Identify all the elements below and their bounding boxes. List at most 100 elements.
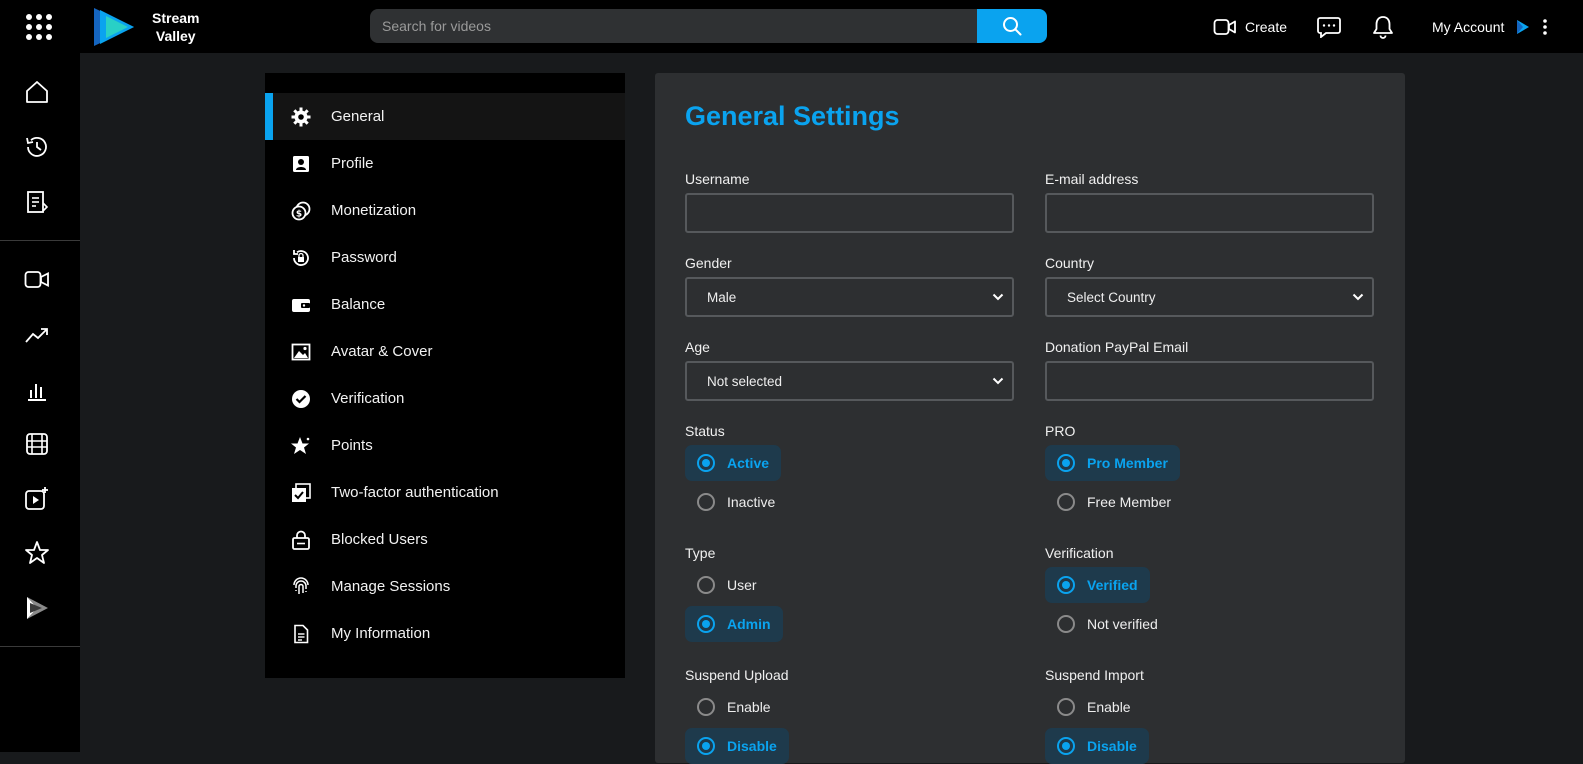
menu-item-manage-sessions[interactable]: Manage Sessions — [265, 563, 625, 610]
notifications-button[interactable] — [1372, 0, 1394, 53]
radio-dot — [1057, 493, 1075, 511]
email-field[interactable] — [1045, 193, 1374, 233]
menu-item-label: Avatar & Cover — [331, 343, 433, 360]
gender-value: Male — [707, 289, 737, 305]
radio-label: Enable — [727, 699, 771, 715]
svg-text:$: $ — [296, 209, 302, 219]
verified-radio[interactable]: Verified — [1045, 567, 1150, 603]
menu-item-blocked-users[interactable]: Blocked Users — [265, 516, 625, 563]
radio-label: Enable — [1087, 699, 1131, 715]
chevron-down-icon — [992, 293, 1004, 301]
radio-dot — [697, 698, 715, 716]
age-label: Age — [685, 339, 710, 355]
account-play-icon — [1517, 19, 1530, 34]
email-label: E-mail address — [1045, 171, 1139, 187]
kebab-menu-icon[interactable] — [1542, 18, 1548, 36]
general-settings-panel: General Settings Username E-mail address… — [655, 73, 1405, 764]
status-active-radio[interactable]: Active — [685, 445, 782, 481]
username-field[interactable] — [685, 193, 1014, 233]
menu-item-two-factor[interactable]: Two-factor authentication — [265, 469, 625, 516]
radio-dot — [697, 576, 715, 594]
video-camera-icon[interactable] — [24, 267, 50, 293]
brand-name-line1: Stream — [152, 10, 200, 26]
menu-item-points[interactable]: Points — [265, 422, 625, 469]
radio-dot — [697, 454, 715, 472]
country-value: Select Country — [1067, 289, 1156, 305]
clipboard-icon[interactable] — [24, 189, 50, 215]
menu-item-label: General — [331, 108, 385, 125]
suspend-upload-disable-radio[interactable]: Disable — [685, 728, 789, 764]
radio-dot — [697, 615, 715, 633]
apps-grid-icon[interactable] — [24, 12, 54, 42]
pro-member-radio[interactable]: Pro Member — [1045, 445, 1180, 481]
menu-item-profile[interactable]: Profile — [265, 140, 625, 187]
star-icon[interactable] — [24, 540, 50, 566]
radio-dot — [1057, 454, 1075, 472]
play-store-icon[interactable] — [24, 595, 50, 621]
trending-icon[interactable] — [24, 322, 50, 348]
not-verified-radio[interactable]: Not verified — [1045, 606, 1170, 642]
menu-item-label: Manage Sessions — [331, 578, 451, 595]
radio-dot — [697, 493, 715, 511]
search-button[interactable] — [977, 9, 1047, 43]
menu-item-general[interactable]: General — [265, 93, 625, 140]
menu-item-monetization[interactable]: $ Monetization — [265, 187, 625, 234]
country-select[interactable]: Select Country — [1045, 277, 1374, 317]
profile-card-icon — [291, 154, 311, 174]
radio-label: Verified — [1087, 577, 1138, 593]
radio-label: Admin — [727, 616, 771, 632]
suspend-import-enable-radio[interactable]: Enable — [1045, 689, 1143, 725]
document-icon — [291, 624, 311, 644]
menu-item-verification[interactable]: Verification — [265, 375, 625, 422]
gear-icon — [291, 107, 311, 127]
radio-label: Active — [727, 455, 770, 471]
home-icon[interactable] — [24, 79, 50, 105]
radio-label: Pro Member — [1087, 455, 1168, 471]
add-video-icon[interactable] — [24, 486, 50, 512]
checklist-icon — [291, 482, 311, 503]
menu-item-balance[interactable]: Balance — [265, 281, 625, 328]
menu-item-password[interactable]: Password — [265, 234, 625, 281]
free-member-radio[interactable]: Free Member — [1045, 484, 1183, 520]
image-icon — [291, 342, 311, 362]
history-icon[interactable] — [24, 134, 50, 160]
age-select[interactable]: Not selected — [685, 361, 1014, 401]
radio-dot — [1057, 615, 1075, 633]
create-button[interactable]: Create — [1213, 0, 1287, 53]
brand-name-line2: Valley — [155, 28, 196, 44]
brand-logo[interactable]: Stream Valley — [92, 6, 212, 48]
message-icon — [1317, 16, 1341, 38]
suspend-import-disable-radio[interactable]: Disable — [1045, 728, 1149, 764]
search-input[interactable] — [370, 9, 977, 43]
gender-select[interactable]: Male — [685, 277, 1014, 317]
radio-dot — [1057, 698, 1075, 716]
account-label: My Account — [1432, 18, 1505, 35]
page-title: General Settings — [685, 101, 900, 131]
check-circle-icon — [291, 389, 311, 409]
menu-item-my-information[interactable]: My Information — [265, 610, 625, 657]
lock-reset-icon — [291, 248, 311, 268]
film-icon[interactable] — [24, 431, 50, 457]
coins-icon: $ — [291, 201, 311, 221]
chart-bars-icon[interactable] — [24, 377, 50, 403]
account-menu[interactable]: My Account — [1432, 0, 1548, 53]
radio-dot — [1057, 737, 1075, 755]
messages-button[interactable] — [1317, 0, 1341, 53]
username-label: Username — [685, 171, 750, 187]
status-inactive-radio[interactable]: Inactive — [685, 484, 787, 520]
menu-item-label: Profile — [331, 155, 374, 172]
radio-dot — [1057, 576, 1075, 594]
age-value: Not selected — [707, 373, 783, 389]
type-admin-radio[interactable]: Admin — [685, 606, 783, 642]
menu-item-label: Monetization — [331, 202, 417, 219]
top-bar: Stream Valley Create My Accoun — [0, 0, 1583, 53]
menu-item-label: Points — [331, 437, 373, 454]
suspend-import-label: Suspend Import — [1045, 667, 1144, 683]
paypal-email-field[interactable] — [1045, 361, 1374, 401]
suspend-upload-enable-radio[interactable]: Enable — [685, 689, 783, 725]
nav-divider — [0, 240, 80, 241]
type-user-radio[interactable]: User — [685, 567, 769, 603]
menu-item-avatar-cover[interactable]: Avatar & Cover — [265, 328, 625, 375]
pro-label: PRO — [1045, 423, 1076, 439]
wallet-icon — [291, 295, 311, 315]
